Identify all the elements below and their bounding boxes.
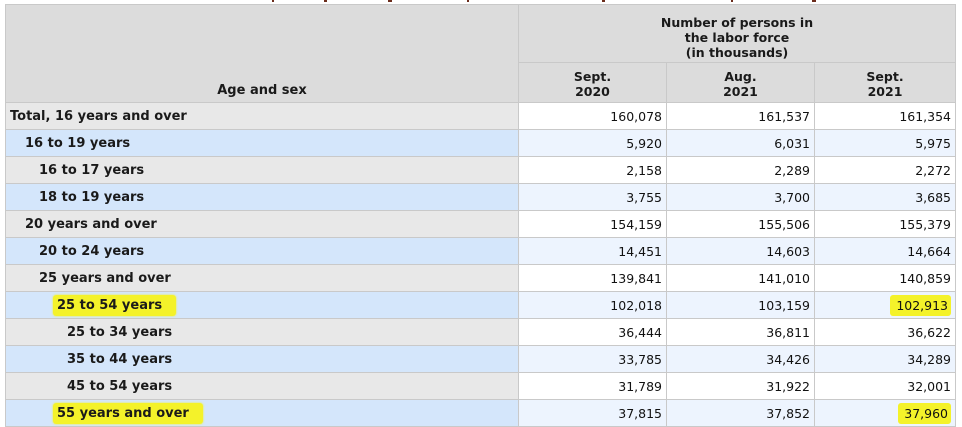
row-label-highlighted: 55 years and over — [5, 399, 519, 427]
period-header-sept-2021: Sept. 2021 — [813, 62, 957, 103]
row-label: 25 to 34 years — [5, 318, 519, 346]
group-header-line2: the labor force — [684, 30, 790, 45]
highlight-marker: 102,913 — [890, 294, 952, 316]
row-label: 16 to 17 years — [5, 156, 519, 184]
clipped-top-edge — [0, 0, 962, 2]
cell-value: 2,158 — [518, 156, 667, 184]
cell-value: 5,975 — [813, 129, 957, 157]
cell-value: 5,920 — [518, 129, 667, 157]
table-row: 18 to 19 years 3,755 3,700 3,685 — [5, 183, 957, 211]
cell-value: 14,451 — [518, 237, 667, 265]
cell-value: 141,010 — [666, 264, 815, 292]
cell-value: 34,426 — [666, 345, 815, 373]
row-label: 45 to 54 years — [5, 372, 519, 400]
cell-value: 2,272 — [813, 156, 957, 184]
cell-value: 37,852 — [666, 399, 815, 427]
table-row: 25 to 54 years 102,018 103,159 102,913 — [5, 291, 957, 319]
highlight-marker: 25 to 54 years — [53, 294, 177, 316]
period-month: Sept. — [573, 69, 612, 84]
age-and-sex-header: Age and sex — [5, 4, 519, 103]
cell-value: 139,841 — [518, 264, 667, 292]
cell-value: 14,664 — [813, 237, 957, 265]
cell-value: 6,031 — [666, 129, 815, 157]
table-row: 35 to 44 years 33,785 34,426 34,289 — [5, 345, 957, 373]
cell-value: 31,789 — [518, 372, 667, 400]
period-year: 2021 — [867, 84, 903, 99]
period-month: Aug. — [724, 69, 757, 84]
period-year: 2020 — [575, 84, 610, 99]
table-row: 25 years and over 139,841 141,010 140,85… — [5, 264, 957, 292]
row-label: 20 to 24 years — [5, 237, 519, 265]
highlight-marker: 55 years and over — [53, 402, 203, 424]
adjacent-column-edge — [955, 4, 962, 419]
cell-value: 2,289 — [666, 156, 815, 184]
cell-value: 154,159 — [518, 210, 667, 238]
row-label: 16 to 19 years — [5, 129, 519, 157]
cell-value: 36,444 — [518, 318, 667, 346]
cell-value: 36,622 — [813, 318, 957, 346]
row-label: 25 years and over — [5, 264, 519, 292]
cell-value: 3,685 — [813, 183, 957, 211]
period-month: Sept. — [866, 69, 904, 84]
cell-value: 161,537 — [666, 102, 815, 130]
row-label: 20 years and over — [5, 210, 519, 238]
group-header-line3: (in thousands) — [685, 45, 789, 60]
table-row: 55 years and over 37,815 37,852 37,960 — [5, 399, 957, 427]
row-label: 35 to 44 years — [5, 345, 519, 373]
cell-value: 103,159 — [666, 291, 815, 319]
cell-value: 36,811 — [666, 318, 815, 346]
table-row: 20 years and over 154,159 155,506 155,37… — [5, 210, 957, 238]
period-year: 2021 — [723, 84, 758, 99]
table-row: 16 to 17 years 2,158 2,289 2,272 — [5, 156, 957, 184]
labor-force-table: Age and sex Number of persons in the lab… — [5, 4, 957, 427]
cell-value: 140,859 — [813, 264, 957, 292]
cell-value: 155,506 — [666, 210, 815, 238]
table-row: 20 to 24 years 14,451 14,603 14,664 — [5, 237, 957, 265]
period-header-sept-2020: Sept. 2020 — [518, 62, 667, 103]
cell-value: 37,815 — [518, 399, 667, 427]
table-row: 45 to 54 years 31,789 31,922 32,001 — [5, 372, 957, 400]
cell-value: 3,700 — [666, 183, 815, 211]
table-row: Total, 16 years and over 160,078 161,537… — [5, 102, 957, 130]
cell-value: 160,078 — [518, 102, 667, 130]
highlight-marker: 37,960 — [898, 402, 952, 424]
table-row: 25 to 34 years 36,444 36,811 36,622 — [5, 318, 957, 346]
cell-value: 14,603 — [666, 237, 815, 265]
table-row: 16 to 19 years 5,920 6,031 5,975 — [5, 129, 957, 157]
cell-value: 31,922 — [666, 372, 815, 400]
cell-value: 33,785 — [518, 345, 667, 373]
row-label: Total, 16 years and over — [5, 102, 519, 130]
row-label-highlighted: 25 to 54 years — [5, 291, 519, 319]
cell-value-highlighted: 102,913 — [813, 291, 957, 319]
group-header-line1: Number of persons in — [660, 15, 814, 30]
cell-value: 161,354 — [813, 102, 957, 130]
cell-value: 3,755 — [518, 183, 667, 211]
cell-value: 34,289 — [813, 345, 957, 373]
period-header-aug-2021: Aug. 2021 — [666, 62, 815, 103]
cell-value: 32,001 — [813, 372, 957, 400]
labor-force-group-header: Number of persons in the labor force (in… — [517, 4, 957, 63]
cell-value-highlighted: 37,960 — [813, 399, 957, 427]
cell-value: 155,379 — [813, 210, 957, 238]
row-label: 18 to 19 years — [5, 183, 519, 211]
cell-value: 102,018 — [518, 291, 667, 319]
